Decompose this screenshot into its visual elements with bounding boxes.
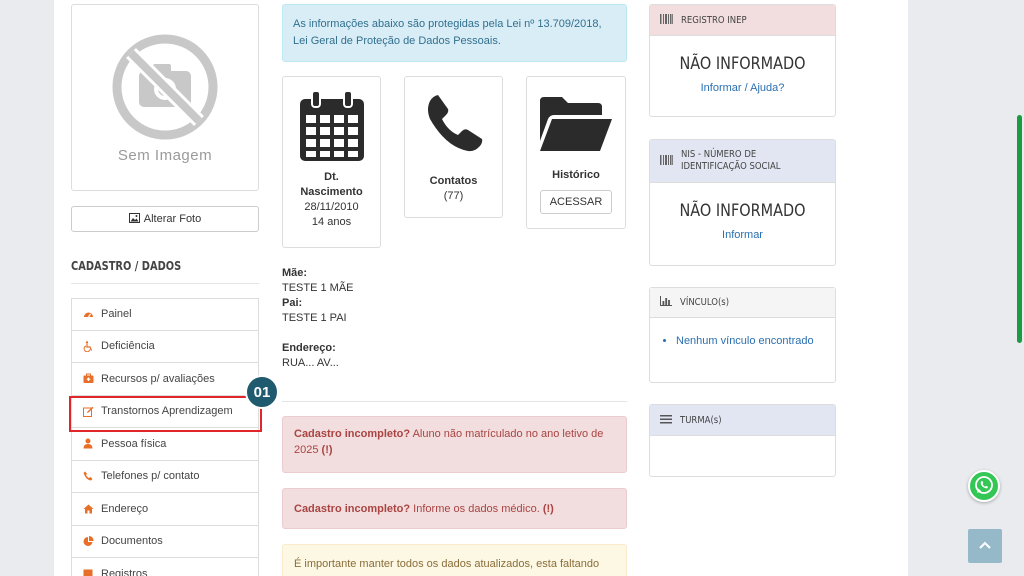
contacts-card[interactable]: Contatos (77) (404, 76, 503, 218)
alert-mark: (!) (321, 444, 333, 456)
nis-value: NÃO INFORMADO (679, 201, 806, 221)
phone-icon (82, 470, 94, 482)
inep-info-link[interactable]: Informar / Ajuda? (650, 82, 835, 94)
chevron-up-icon (979, 540, 991, 552)
whatsapp-icon (974, 475, 994, 498)
scroll-to-top-button[interactable] (968, 529, 1002, 563)
sidebar-item-label: Registros (101, 567, 148, 576)
sidebar-item-documentos[interactable]: Documentos (71, 525, 259, 558)
medkit-icon (82, 373, 94, 385)
sidebar-item-endereco[interactable]: Endereço (71, 493, 259, 526)
panel-title: TURMA(s) (680, 414, 722, 426)
lgpd-notice: As informações abaixo são protegidas pel… (282, 4, 627, 62)
step-badge: 01 (245, 375, 279, 409)
bar-chart-icon (660, 296, 672, 309)
scrollbar-thumb[interactable] (1017, 115, 1022, 343)
nis-panel: NIS - NÚMERO DE IDENTIFICAÇÃO SOCIAL NÃO… (649, 139, 836, 266)
list-icon (660, 414, 672, 427)
alert-text: Informe os dados médico. (410, 503, 543, 515)
father-value: TESTE 1 PAI (282, 312, 347, 324)
profile-photo-placeholder: Sem Imagem (71, 4, 259, 191)
history-label: Histórico (552, 169, 600, 181)
phone-icon (405, 93, 502, 156)
registry-icon (82, 568, 94, 576)
turma-panel: TURMA(s) (649, 404, 836, 477)
sidebar-item-label: Endereço (101, 502, 149, 515)
enrollment-alert: Cadastro incompleto? Aluno não matrícula… (282, 416, 627, 473)
calendar-icon (283, 89, 380, 166)
home-icon (82, 503, 94, 515)
sidebar-item-label: Painel (101, 308, 132, 321)
medical-alert: Cadastro incompleto? Informe os dados mé… (282, 488, 627, 529)
panel-title-1: NIS - NÚMERO DE (681, 149, 757, 160)
user-icon (82, 438, 94, 450)
change-photo-button[interactable]: Alterar Foto (71, 206, 259, 232)
no-image-camera-icon (112, 34, 218, 140)
list-item[interactable]: Nenhum vínculo encontrado (676, 335, 835, 347)
panel-title: REGISTRO INEP (681, 14, 747, 26)
contacts-label: Contatos (429, 175, 478, 187)
access-history-button[interactable]: ACESSAR (539, 190, 613, 214)
sidebar-item-telefones[interactable]: Telefones p/ contato (71, 460, 259, 493)
whatsapp-button[interactable] (968, 470, 1000, 502)
section-title: CADASTRO / DADOS (71, 259, 182, 273)
divider (71, 283, 259, 284)
birth-date-card: Dt. Nascimento 28/11/2010 14 anos (282, 76, 381, 248)
alert-text: Aluno não matrículado no ano letivo de (410, 428, 604, 440)
contacts-count: (77) (443, 190, 464, 202)
birth-label-2: Nascimento (300, 186, 363, 198)
alert-title: Cadastro incompleto? (294, 503, 411, 515)
change-photo-label: Alterar Foto (143, 213, 202, 225)
sidebar-item-label: Pessoa física (101, 437, 167, 450)
inep-value: NÃO INFORMADO (679, 54, 806, 74)
lgpd-line-1: As informações abaixo são protegidas pel… (293, 18, 602, 30)
mother-value: TESTE 1 MÃE (282, 282, 354, 294)
history-card: Histórico ACESSAR (526, 76, 626, 229)
sidebar-item-deficiencia[interactable]: Deficiência (71, 330, 259, 363)
sidebar-item-recursos[interactable]: Recursos p/ avaliações (71, 363, 259, 396)
mother-label: Mãe: (282, 267, 308, 279)
update-warning: É importante manter todos os dados atual… (282, 544, 627, 576)
pie-chart-icon (82, 535, 94, 547)
birth-label-1: Dt. (324, 171, 339, 183)
birth-date-value: 28/11/2010 (304, 201, 359, 213)
lgpd-line-2: Lei Geral de Proteção de Dados Pessoais. (293, 35, 501, 47)
barcode-icon (660, 154, 673, 168)
sidebar-item-registros[interactable]: Registros (71, 558, 259, 576)
address-label: Endereço: (282, 342, 336, 354)
sidebar-item-pessoa-fisica[interactable]: Pessoa física (71, 428, 259, 461)
sidebar-item-label: Recursos p/ avaliações (101, 372, 215, 385)
wheelchair-icon (82, 340, 94, 352)
alert-mark: (!) (542, 503, 554, 515)
vinculo-panel: VÍNCULO(s) Nenhum vínculo encontrado (649, 287, 836, 383)
alert-text-2: 2025 (294, 444, 322, 456)
sidebar-item-painel[interactable]: Painel (71, 298, 259, 331)
divider (282, 401, 627, 402)
sidebar-item-label: Documentos (101, 535, 163, 548)
alert-title: Cadastro incompleto? (294, 428, 411, 440)
age-value: 14 anos (311, 216, 352, 228)
person-info: Mãe: TESTE 1 MÃE Pai: TESTE 1 PAI Endere… (282, 266, 354, 371)
folder-icon (527, 95, 625, 156)
image-icon (128, 212, 140, 226)
dashboard-icon (82, 308, 94, 320)
sidebar-item-label: Telefones p/ contato (101, 470, 200, 483)
panel-title-2: IDENTIFICAÇÃO SOCIAL (681, 161, 781, 172)
inep-panel: REGISTRO INEP NÃO INFORMADO Informar / A… (649, 4, 836, 117)
highlight-box (69, 396, 262, 432)
vinculo-list: Nenhum vínculo encontrado (676, 335, 835, 347)
father-label: Pai: (282, 297, 303, 309)
sidebar-menu: Painel Deficiência Recursos p/ avaliaçõe… (71, 298, 259, 576)
warning-text: É importante manter todos os dados atual… (294, 558, 600, 570)
barcode-icon (660, 13, 673, 27)
address-value: RUA... AV... (282, 357, 339, 369)
sidebar-item-label: Deficiência (101, 340, 155, 353)
no-image-label: Sem Imagem (117, 147, 213, 164)
nis-info-link[interactable]: Informar (650, 229, 835, 241)
panel-title: VÍNCULO(s) (680, 297, 730, 308)
